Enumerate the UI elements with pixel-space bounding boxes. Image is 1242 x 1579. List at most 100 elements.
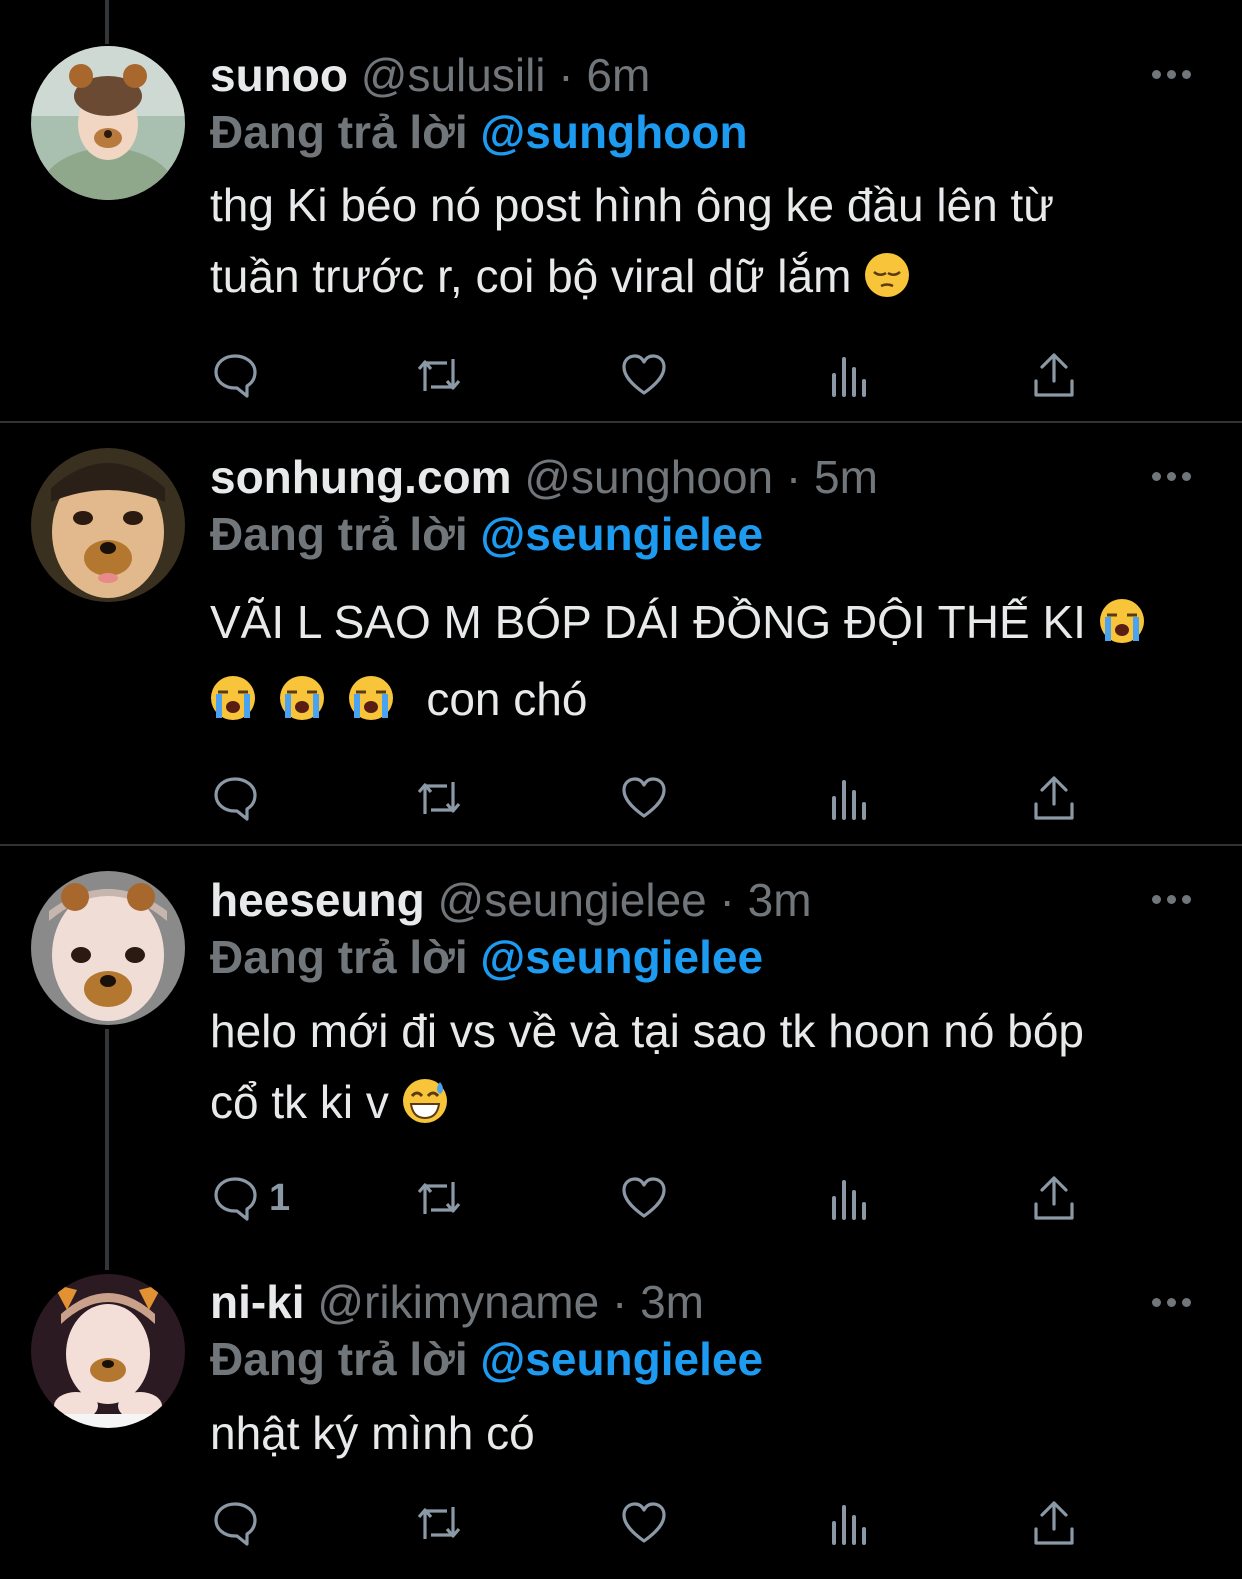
share-button[interactable] — [1030, 350, 1078, 400]
tweet-text: VÃI L SAO M BÓP DÁI ĐỒNG ĐỘI THẾ KI con … — [210, 587, 1200, 741]
tweet-text: helo mới đi vs về và tại sao tk hoon nó … — [210, 996, 1200, 1144]
mention-link[interactable]: @seungielee — [480, 508, 763, 560]
share-button[interactable] — [1030, 773, 1078, 823]
like-button[interactable] — [620, 1498, 668, 1548]
tweet-text-line: VÃI L SAO M BÓP DÁI ĐỒNG ĐỘI THẾ KI — [210, 596, 1086, 648]
heart-icon — [622, 1502, 666, 1543]
avatar[interactable] — [31, 871, 185, 1025]
replying-to-label: Đang trả lời — [210, 931, 468, 983]
views-icon — [832, 1505, 866, 1545]
views-button[interactable] — [826, 1173, 874, 1223]
retweet-button[interactable] — [415, 1173, 463, 1223]
retweet-icon — [417, 359, 461, 391]
share-icon — [1034, 1501, 1074, 1545]
heart-icon — [622, 777, 666, 818]
user-handle[interactable]: @sulusili — [361, 49, 546, 101]
tweet-text-line: tuần trước r, coi bộ viral dữ lắm — [210, 250, 852, 302]
timestamp[interactable]: · 3m — [612, 1276, 704, 1328]
retweet-icon — [417, 1182, 461, 1214]
more-button[interactable] — [1150, 889, 1194, 909]
heart-icon — [622, 354, 666, 395]
avatar-image — [31, 1274, 185, 1428]
avatar[interactable] — [31, 1274, 185, 1428]
tweet-text-line: cổ tk ki v — [210, 1076, 389, 1128]
tweet-header: sonhung.com @sunghoon · 5m — [210, 449, 878, 505]
tweet-text-line: thg Ki béo nó post hình ông ke đầu lên t… — [210, 179, 1055, 231]
like-button[interactable] — [620, 350, 668, 400]
tweet-text-line: con chó — [426, 673, 588, 725]
timestamp[interactable]: · 3m — [720, 874, 812, 926]
reply-count: 1 — [269, 1176, 291, 1219]
reply-button[interactable]: 1 — [211, 1173, 290, 1223]
tweet-text: thg Ki béo nó post hình ông ke đầu lên t… — [210, 170, 1200, 318]
user-handle[interactable]: @seungielee — [438, 874, 707, 926]
retweet-button[interactable] — [415, 773, 463, 823]
replying-to: Đang trả lời @seungielee — [210, 1331, 763, 1387]
tweet-header: sunoo @sulusili · 6m — [210, 47, 650, 103]
more-button[interactable] — [1150, 466, 1194, 486]
more-button[interactable] — [1150, 64, 1194, 84]
views-icon — [832, 1180, 866, 1220]
avatar-image — [31, 46, 185, 200]
display-name[interactable]: ni-ki — [210, 1276, 305, 1328]
views-icon — [832, 780, 866, 820]
display-name[interactable]: heeseung — [210, 874, 425, 926]
share-button[interactable] — [1030, 1173, 1078, 1223]
reply-icon — [214, 1502, 257, 1546]
views-icon — [832, 357, 866, 397]
replying-to-label: Đang trả lời — [210, 106, 468, 158]
avatar-image — [31, 871, 185, 1025]
user-handle[interactable]: @rikimyname — [317, 1276, 599, 1328]
display-name[interactable]: sonhung.com — [210, 451, 512, 503]
reply-button[interactable] — [211, 773, 269, 823]
loudly-crying-face-icon — [348, 670, 394, 741]
replying-to-label: Đang trả lời — [210, 1333, 468, 1385]
retweet-icon — [417, 782, 461, 814]
like-button[interactable] — [620, 1173, 668, 1223]
retweet-button[interactable] — [415, 350, 463, 400]
tweet-actions: 1 — [0, 1173, 1242, 1223]
like-button[interactable] — [620, 773, 668, 823]
views-button[interactable] — [826, 350, 874, 400]
retweet-button[interactable] — [415, 1498, 463, 1548]
grinning-face-with-sweat-icon — [402, 1073, 448, 1144]
loudly-crying-face-icon — [279, 670, 325, 741]
tweet-actions — [0, 773, 1242, 823]
reply-button[interactable] — [211, 1498, 269, 1548]
replying-to: Đang trả lời @seungielee — [210, 506, 763, 562]
replying-to: Đang trả lời @seungielee — [210, 929, 763, 985]
retweet-icon — [417, 1507, 461, 1539]
views-button[interactable] — [826, 773, 874, 823]
tweet-header: heeseung @seungielee · 3m — [210, 872, 812, 928]
loudly-crying-face-icon — [210, 670, 256, 741]
mention-link[interactable]: @seungielee — [480, 931, 763, 983]
display-name[interactable]: sunoo — [210, 49, 348, 101]
tweet-text-line: nhật ký mình có — [210, 1407, 535, 1459]
avatar-image — [31, 448, 185, 602]
mention-link[interactable]: @sunghoon — [480, 106, 747, 158]
mention-link[interactable]: @seungielee — [480, 1333, 763, 1385]
timestamp[interactable]: · 5m — [786, 451, 878, 503]
reply-button[interactable] — [211, 350, 269, 400]
tweet[interactable]: ni-ki @rikimyname · 3m Đang trả lời @seu… — [0, 1270, 1242, 1579]
replying-to-label: Đang trả lời — [210, 508, 468, 560]
share-button[interactable] — [1030, 1498, 1078, 1548]
loudly-crying-face-icon — [1099, 593, 1145, 664]
tweet-text: nhật ký mình có — [210, 1398, 1200, 1469]
avatar[interactable] — [31, 46, 185, 200]
heart-icon — [622, 1177, 666, 1218]
user-handle[interactable]: @sunghoon — [524, 451, 773, 503]
share-icon — [1034, 776, 1074, 820]
tweet[interactable]: sunoo @sulusili · 6m Đang trả lời @sungh… — [0, 0, 1242, 421]
reply-icon — [214, 354, 257, 398]
pensive-face-icon — [864, 247, 910, 318]
more-button[interactable] — [1150, 1292, 1194, 1312]
tweet[interactable]: sonhung.com @sunghoon · 5m Đang trả lời … — [0, 423, 1242, 844]
timestamp[interactable]: · 6m — [558, 49, 650, 101]
tweet-actions — [0, 1498, 1242, 1548]
share-icon — [1034, 353, 1074, 397]
reply-icon — [214, 1177, 257, 1221]
tweet[interactable]: heeseung @seungielee · 3m Đang trả lời @… — [0, 846, 1242, 1246]
avatar[interactable] — [31, 448, 185, 602]
views-button[interactable] — [826, 1498, 874, 1548]
